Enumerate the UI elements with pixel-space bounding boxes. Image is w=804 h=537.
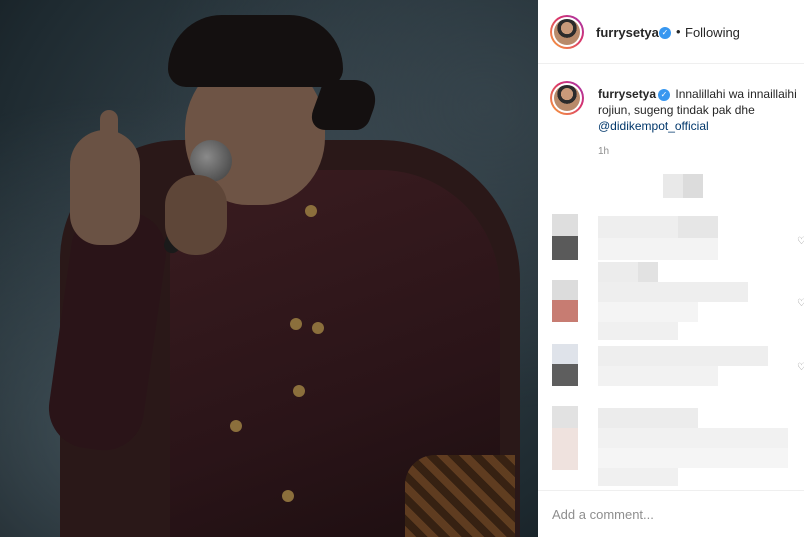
censored-pixel-block (598, 216, 678, 238)
photo-jacket-button (312, 322, 324, 334)
censored-pixel-block (552, 364, 578, 386)
heart-icon[interactable]: ♡ (797, 298, 804, 309)
heart-icon[interactable]: ♡ (797, 362, 804, 373)
photo-jacket-button (282, 490, 294, 502)
censored-pixel-block (552, 280, 578, 300)
post-side-panel: furrysetya ✓ • Following furrysetya ✓ Inn… (538, 0, 804, 537)
add-comment-bar[interactable]: Add a comment... (538, 490, 804, 537)
censored-pixel-block (552, 428, 578, 470)
censored-pixel-block (552, 214, 578, 236)
photo-batik-cloth (405, 455, 515, 537)
censored-pixel-block (598, 366, 718, 386)
censored-comments: ♡ ♡ ♡ (538, 0, 804, 490)
censored-pixel-block (598, 468, 678, 486)
photo-jacket-button (290, 318, 302, 330)
post-photo[interactable] (0, 0, 538, 537)
censored-pixel-block (598, 408, 698, 428)
censored-pixel-block (683, 174, 703, 198)
censored-pixel-block (678, 216, 718, 238)
censored-pixel-block (598, 322, 678, 340)
comment-input[interactable]: Add a comment... (552, 507, 654, 522)
photo-hand (70, 130, 140, 245)
censored-pixel-block (598, 448, 788, 468)
censored-pixel-block (552, 236, 578, 260)
photo-mic-hand (165, 175, 227, 255)
censored-pixel-block (598, 282, 748, 302)
censored-pixel-block (598, 428, 788, 448)
censored-pixel-block (598, 302, 698, 322)
photo-hat (168, 15, 343, 87)
censored-pixel-block (598, 346, 768, 366)
censored-pixel-block (552, 406, 578, 428)
censored-pixel-block (598, 238, 718, 260)
censored-pixel-block (638, 262, 658, 284)
censored-pixel-block (552, 300, 578, 322)
photo-jacket-button (293, 385, 305, 397)
heart-icon[interactable]: ♡ (797, 236, 804, 247)
photo-jacket-button (305, 205, 317, 217)
censored-pixel-block (552, 344, 578, 364)
photo-jacket-button (230, 420, 242, 432)
